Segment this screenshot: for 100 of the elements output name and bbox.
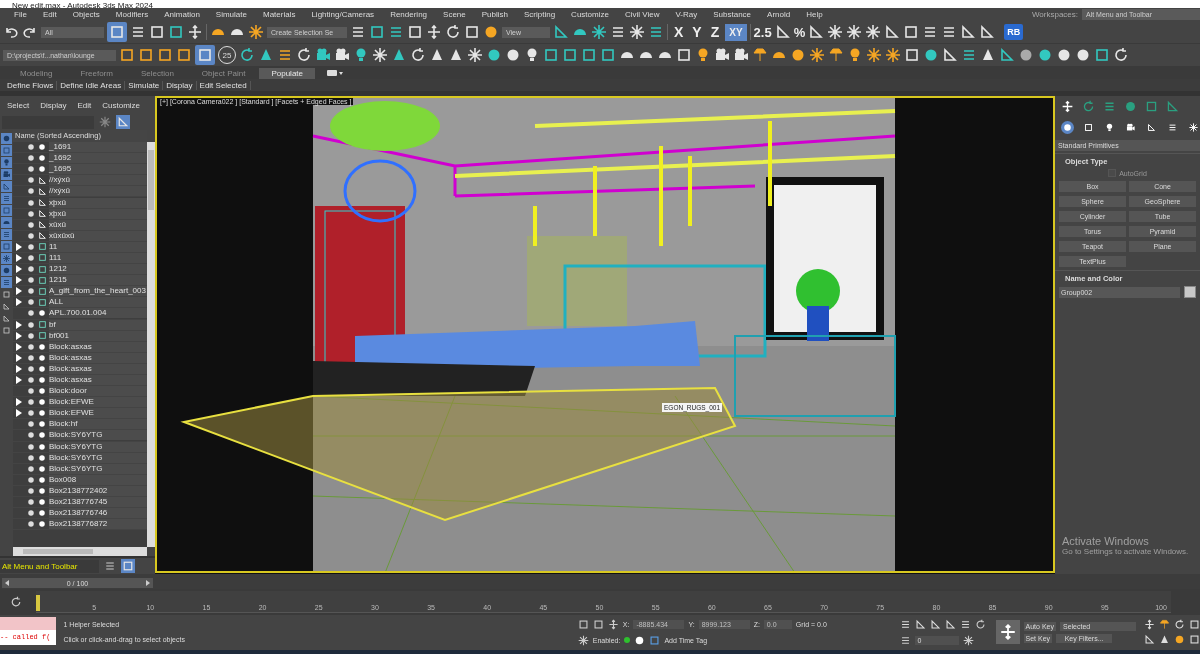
ribbon-button[interactable]: Simulate xyxy=(125,80,164,90)
menu-item[interactable]: Scripting xyxy=(516,10,564,19)
object-name[interactable]: 1215 xyxy=(49,275,147,286)
object-name[interactable]: bf xyxy=(49,319,147,330)
scale-icon[interactable] xyxy=(464,24,480,40)
move-icon[interactable] xyxy=(426,24,442,40)
explorer-menu-item[interactable]: Display xyxy=(40,101,67,110)
object-name[interactable]: Block:hf xyxy=(49,419,147,430)
menu-item[interactable]: V-Ray xyxy=(667,10,706,19)
refresh-icon[interactable] xyxy=(239,47,255,63)
sphere-icon[interactable] xyxy=(923,47,939,63)
sphere-icon[interactable] xyxy=(1018,47,1034,63)
workspace-dropdown[interactable]: Alt Menu and Toolbar xyxy=(0,559,99,573)
list-icon[interactable] xyxy=(277,47,293,63)
percent-snap-button[interactable]: % xyxy=(793,24,806,40)
tree-icon[interactable] xyxy=(391,47,407,63)
object-name[interactable]: Block:SY6YTG xyxy=(49,430,147,441)
object-name[interactable]: //xýxû xyxy=(49,175,147,186)
menu-item[interactable]: Rendering xyxy=(382,10,436,19)
object-name[interactable]: A_gift_from_the_heart_003 xyxy=(49,286,147,297)
menu-item[interactable]: Arnold xyxy=(759,10,799,19)
menu-item[interactable]: Materials xyxy=(254,10,304,19)
menu-item[interactable]: Customize xyxy=(563,10,617,19)
axis-constraint-button[interactable]: Y xyxy=(689,24,705,40)
object-name[interactable]: //xýxû xyxy=(49,186,147,197)
object-name[interactable]: _1695 xyxy=(49,164,147,175)
menu-item[interactable]: Civil View xyxy=(616,10,668,19)
ribbon-tab[interactable]: Object Paint xyxy=(187,68,260,78)
menu-item[interactable]: File xyxy=(6,10,35,19)
ribbon-options-icon[interactable] xyxy=(327,70,343,76)
object-name[interactable]: Block:EFWE xyxy=(49,408,147,419)
close-icon[interactable] xyxy=(99,116,111,128)
rotate-icon[interactable] xyxy=(445,24,461,40)
color-swatch[interactable] xyxy=(1184,286,1196,298)
menu-item[interactable]: Simulate xyxy=(207,10,255,19)
camera-icon[interactable] xyxy=(733,47,749,63)
ribbon-button[interactable]: Define Flows xyxy=(4,80,58,90)
object-name[interactable]: xûxûxû xyxy=(49,230,147,241)
snowflake-icon[interactable] xyxy=(827,24,844,40)
tree-icon[interactable] xyxy=(258,47,274,63)
snap-toggle-button[interactable]: 2.5 xyxy=(753,24,772,40)
explorer-menu-item[interactable]: Edit xyxy=(77,101,92,110)
object-name[interactable]: APL.700.01.004 xyxy=(49,308,147,319)
object-name[interactable]: Box2138776872 xyxy=(49,519,147,530)
ribbon-tab[interactable]: Populate xyxy=(259,67,315,79)
menu-item[interactable]: Scene xyxy=(435,10,474,19)
right-arrow-icon[interactable] xyxy=(146,580,150,586)
explorer-menu-item[interactable]: Customize xyxy=(102,101,141,110)
move-icon[interactable] xyxy=(187,24,203,40)
axis-constraint-button[interactable]: X xyxy=(671,24,687,40)
geometry-icon[interactable] xyxy=(38,309,46,318)
object-name[interactable]: _1691 xyxy=(49,142,147,153)
tree-icon[interactable] xyxy=(448,47,464,63)
menu-item[interactable]: Edit xyxy=(34,10,65,19)
ribbon-tab[interactable]: Selection xyxy=(126,68,188,78)
object-name[interactable]: Block:asxas xyxy=(49,375,147,385)
menu-item[interactable]: Substance xyxy=(705,10,760,19)
menu-item[interactable]: Objects xyxy=(64,10,108,19)
object-name[interactable]: bf001 xyxy=(49,330,147,341)
object-name[interactable]: xûxû xyxy=(49,219,147,230)
lamp-icon[interactable] xyxy=(752,47,768,63)
ribbon-button[interactable]: Edit Selected xyxy=(196,80,251,90)
object-name[interactable]: Box2138776745 xyxy=(49,497,147,508)
menu-item[interactable]: Lighting/Cameras xyxy=(303,10,383,19)
object-name[interactable]: Block:SY6YTG xyxy=(49,441,147,452)
menu-item[interactable]: Help xyxy=(798,10,831,19)
object-name[interactable]: Block:door xyxy=(49,386,147,397)
explorer-menu-item[interactable]: Select xyxy=(7,101,30,110)
layout-button[interactable] xyxy=(121,559,135,573)
sun-icon[interactable] xyxy=(885,47,901,63)
camera-icon[interactable] xyxy=(714,47,730,63)
object-name[interactable]: 11 xyxy=(49,241,147,252)
object-name[interactable]: _1692 xyxy=(49,153,147,164)
lamp-icon[interactable] xyxy=(828,47,844,63)
menu-item[interactable]: Publish xyxy=(473,10,516,19)
ribbon-tab[interactable]: Modeling xyxy=(6,68,67,78)
object-name[interactable]: Block:asxas xyxy=(49,363,147,374)
ribbon-tab[interactable]: Freeform xyxy=(66,68,127,78)
object-name[interactable]: xþxû xyxy=(49,208,147,219)
ribbon-button[interactable]: Display xyxy=(163,80,197,90)
object-name[interactable]: Box2138776746 xyxy=(49,508,147,519)
sphere-icon[interactable] xyxy=(790,47,806,63)
object-name[interactable]: Block:asxas xyxy=(49,341,147,352)
menu-item[interactable]: Modifiers xyxy=(107,10,157,19)
menu-item[interactable]: Animation xyxy=(156,10,208,19)
object-name[interactable]: Block:SY6YTG xyxy=(49,463,147,474)
object-name[interactable]: Block:asxas xyxy=(49,352,147,363)
plus-icon[interactable] xyxy=(1061,100,1074,113)
object-name[interactable]: 111 xyxy=(49,253,147,263)
axis-constraint-button[interactable]: Z xyxy=(707,24,723,40)
object-name[interactable]: Box2138772402 xyxy=(49,485,147,496)
object-name[interactable]: 1212 xyxy=(49,264,147,275)
object-name[interactable]: Box008 xyxy=(49,474,147,485)
object-name[interactable]: xþxû xyxy=(49,197,147,208)
angle-snap-icon[interactable] xyxy=(774,24,791,40)
sphere-icon[interactable] xyxy=(486,47,502,63)
camera-icon[interactable] xyxy=(334,47,350,63)
object-name[interactable]: ALL xyxy=(49,297,147,308)
object-name[interactable]: Block:EFWE xyxy=(49,397,147,408)
rb-button[interactable]: RB xyxy=(1004,24,1024,40)
